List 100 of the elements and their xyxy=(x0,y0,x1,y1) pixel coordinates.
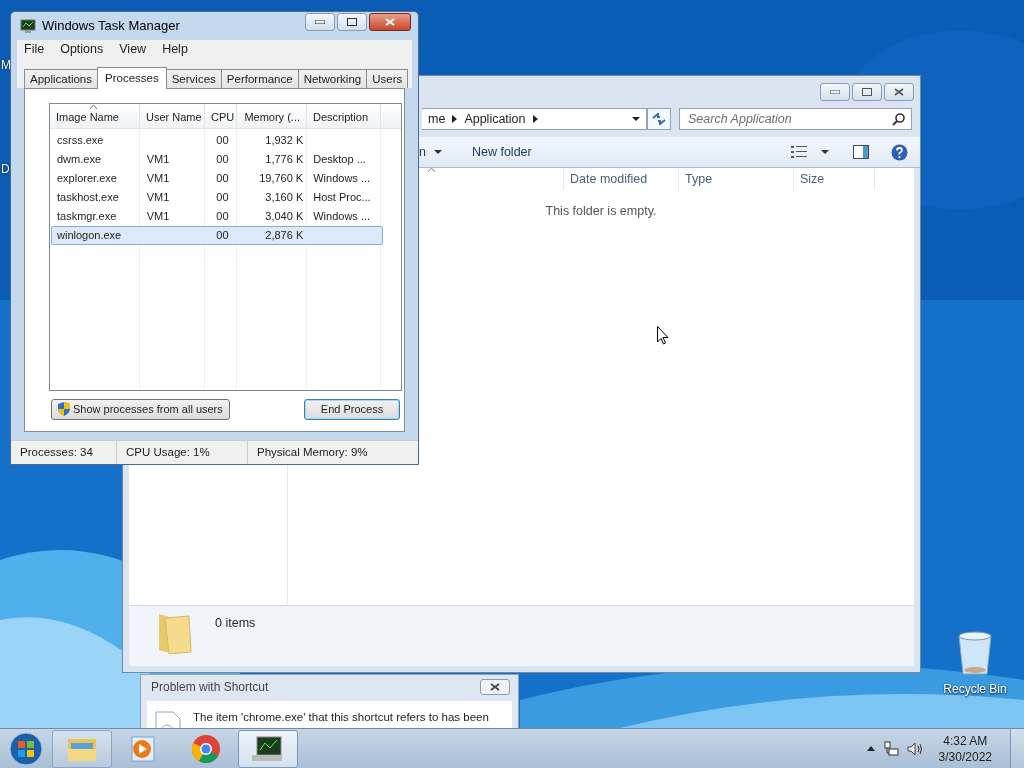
dialog-message: The item 'chrome.exe' that this shortcut refers to has been xyxy=(193,711,489,724)
close-button[interactable] xyxy=(884,83,914,101)
table-cell-text: VM1 xyxy=(145,153,171,166)
table-cell-text: taskmgr.exe xyxy=(56,210,118,223)
clock-date: 3/30/2022 xyxy=(938,748,992,765)
maximize-icon xyxy=(347,18,357,26)
preview-pane-icon[interactable] xyxy=(853,145,869,159)
column-header[interactable]: User Name xyxy=(140,103,205,128)
media-player-icon xyxy=(131,735,157,762)
maximize-icon xyxy=(862,88,872,96)
table-cell-text: 00 xyxy=(215,134,230,147)
chevron-icon xyxy=(452,115,458,123)
table-cell-text: 00 xyxy=(215,172,230,185)
menu-item[interactable]: File xyxy=(17,42,53,57)
column-header[interactable]: Date modified xyxy=(563,168,678,190)
status-text: Processes: 34 xyxy=(11,441,117,464)
column-header[interactable]: CPU xyxy=(205,103,237,128)
selected-row[interactable]: winlogon.exe 00 2,876 K xyxy=(51,225,383,245)
tab[interactable]: Processes xyxy=(97,66,167,89)
dialog-title: Problem with Shortcut xyxy=(151,680,269,694)
maximize-button[interactable] xyxy=(337,13,367,31)
end-process-button[interactable]: End Process xyxy=(304,398,400,420)
tab[interactable]: Networking xyxy=(297,68,368,88)
process-row[interactable]: taskhost.exe VM1 00 3,160 K Host Proc... xyxy=(51,187,383,207)
icon-label: D xyxy=(1,162,10,176)
item-count: 0 items xyxy=(215,616,256,630)
search-icon xyxy=(892,113,905,126)
recycle-bin-icon[interactable] xyxy=(956,630,994,676)
table-cell-text: 00 xyxy=(215,153,230,166)
empty-folder-message: This folder is empty. xyxy=(545,204,657,218)
taskbar-app[interactable] xyxy=(238,729,298,768)
chrome-icon xyxy=(191,733,221,764)
table-cell-text: 2,876 K xyxy=(264,229,305,242)
clock-time: 4:32 AM xyxy=(943,732,988,749)
menu-item[interactable]: Help xyxy=(154,42,196,57)
status-text: Physical Memory: 9% xyxy=(256,445,369,460)
sort-caret-icon xyxy=(428,168,435,172)
close-icon xyxy=(385,18,395,26)
table-cell-text: dwm.exe xyxy=(56,153,103,166)
table-cell-text: 3,160 K xyxy=(264,191,305,204)
menu-item[interactable]: View xyxy=(111,42,155,57)
clock[interactable]: 4:32 AM 3/30/2022 xyxy=(932,732,1002,765)
breadcrumb-item[interactable]: me xyxy=(428,112,446,126)
show-all-users-button[interactable]: Show processes from all users xyxy=(51,398,230,420)
table-cell-text: csrss.exe xyxy=(56,134,105,147)
close-icon xyxy=(894,88,904,96)
table-cell-text: VM1 xyxy=(145,191,171,204)
refresh-button[interactable] xyxy=(647,108,671,130)
status-text: CPU Usage: 1% xyxy=(117,441,248,464)
close-button[interactable] xyxy=(480,679,510,695)
table-cell-text: 00 xyxy=(215,229,230,242)
table-cell-text: explorer.exe xyxy=(56,172,118,185)
show-hidden-icons-icon[interactable] xyxy=(866,746,875,751)
close-icon xyxy=(490,683,500,691)
menu-item[interactable]: Options xyxy=(52,42,112,57)
tab[interactable]: Performance xyxy=(220,68,299,88)
column-header[interactable]: Description xyxy=(307,103,381,128)
network-icon[interactable] xyxy=(882,740,899,757)
monitor-icon xyxy=(20,18,36,33)
table-cell-text: 19,760 K xyxy=(258,172,305,185)
view-list-icon[interactable] xyxy=(791,146,807,158)
minimize-icon xyxy=(830,90,840,94)
process-row[interactable]: dwm.exe VM1 00 1,776 K Desktop ... xyxy=(51,149,383,169)
tab[interactable]: Users xyxy=(366,68,409,88)
table-cell-text: Host Proc... xyxy=(312,191,372,204)
help-icon[interactable] xyxy=(891,143,908,161)
tab[interactable]: Services xyxy=(165,68,222,88)
column-header[interactable]: Type xyxy=(678,168,793,190)
search-field[interactable]: Search Application xyxy=(679,108,912,130)
table-cell-text: 1,932 K xyxy=(264,134,305,147)
address-bar[interactable]: me Application xyxy=(422,108,647,130)
column-header[interactable]: Image Name xyxy=(50,103,140,128)
show-desktop-button[interactable] xyxy=(1010,728,1024,768)
table-cell-text: Windows ... xyxy=(312,210,372,223)
caret-icon[interactable] xyxy=(821,150,829,154)
volume-icon[interactable] xyxy=(906,741,925,756)
window-title: Windows Task Manager xyxy=(42,18,180,34)
caret-icon[interactable] xyxy=(632,117,640,121)
maximize-button[interactable] xyxy=(852,83,882,101)
toolbar-button[interactable]: n xyxy=(419,145,442,159)
windows-logo-icon xyxy=(9,731,43,766)
table-cell-text: Desktop ... xyxy=(312,153,367,166)
monitor-icon xyxy=(251,734,285,763)
refresh-icon xyxy=(652,113,666,125)
table-cell-text: taskhost.exe xyxy=(56,191,120,204)
process-row[interactable]: csrss.exe 00 1,932 K xyxy=(51,130,383,150)
table-cell-text: VM1 xyxy=(145,172,171,185)
process-row[interactable]: taskmgr.exe VM1 00 3,040 K Windows ... xyxy=(51,206,383,226)
recycle-bin-label: Recycle Bin xyxy=(943,682,1007,696)
close-button[interactable] xyxy=(369,13,411,31)
column-header[interactable]: Size xyxy=(793,168,875,190)
tab[interactable]: Applications xyxy=(24,68,98,88)
column-header[interactable]: Memory (... xyxy=(237,103,307,128)
breadcrumb-item[interactable]: Application xyxy=(464,112,526,126)
chevron-icon xyxy=(532,115,538,123)
toolbar-button[interactable]: New folder xyxy=(471,145,532,159)
process-row[interactable]: explorer.exe VM1 00 19,760 K Windows ... xyxy=(51,168,383,188)
table-cell-text: 3,040 K xyxy=(264,210,305,223)
table-cell-text: 1,776 K xyxy=(264,153,305,166)
minimize-icon xyxy=(315,20,325,24)
